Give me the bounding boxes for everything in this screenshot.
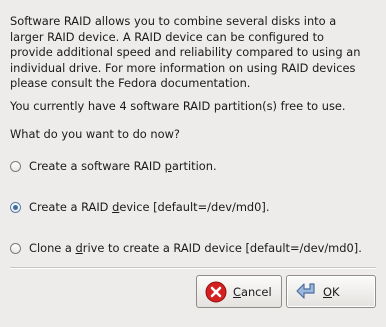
free-partitions-text: You currently have 4 software RAID parti…	[10, 99, 346, 113]
intro-line: larger RAID device. A RAID device can be…	[10, 29, 325, 44]
question-label: What do you want to do now?	[10, 127, 180, 141]
intro-line: please consult the Fedora documentation.	[10, 76, 251, 90]
separator	[10, 267, 376, 269]
cancel-button[interactable]: Cancel	[196, 275, 282, 308]
option-label: Clone a drive to create a RAID device [d…	[29, 241, 362, 255]
option-create-raid-device[interactable]: Create a RAID device [default=/dev/md0].	[10, 198, 269, 216]
option-label: Create a software RAID partition.	[29, 159, 217, 173]
option-create-raid-partition[interactable]: Create a software RAID partition.	[10, 157, 217, 175]
ok-label: OK	[323, 284, 340, 299]
radio-button-selected[interactable]	[10, 201, 21, 213]
intro-line: provide additional speed and reliability…	[10, 45, 361, 59]
option-label: Create a RAID device [default=/dev/md0].	[29, 200, 270, 214]
cancel-label: Cancel	[233, 284, 272, 299]
ok-button[interactable]: OK	[286, 275, 376, 308]
intro-line: Software RAID allows you to combine seve…	[10, 14, 337, 28]
radio-button[interactable]	[10, 160, 21, 172]
option-clone-drive[interactable]: Clone a drive to create a RAID device [d…	[10, 239, 362, 257]
ok-arrow-icon	[296, 282, 315, 299]
intro-text: Software RAID allows you to combine seve…	[10, 14, 378, 92]
radio-button[interactable]	[10, 242, 21, 254]
intro-line: individual drive. For more information o…	[10, 60, 356, 75]
cancel-icon	[205, 281, 227, 302]
